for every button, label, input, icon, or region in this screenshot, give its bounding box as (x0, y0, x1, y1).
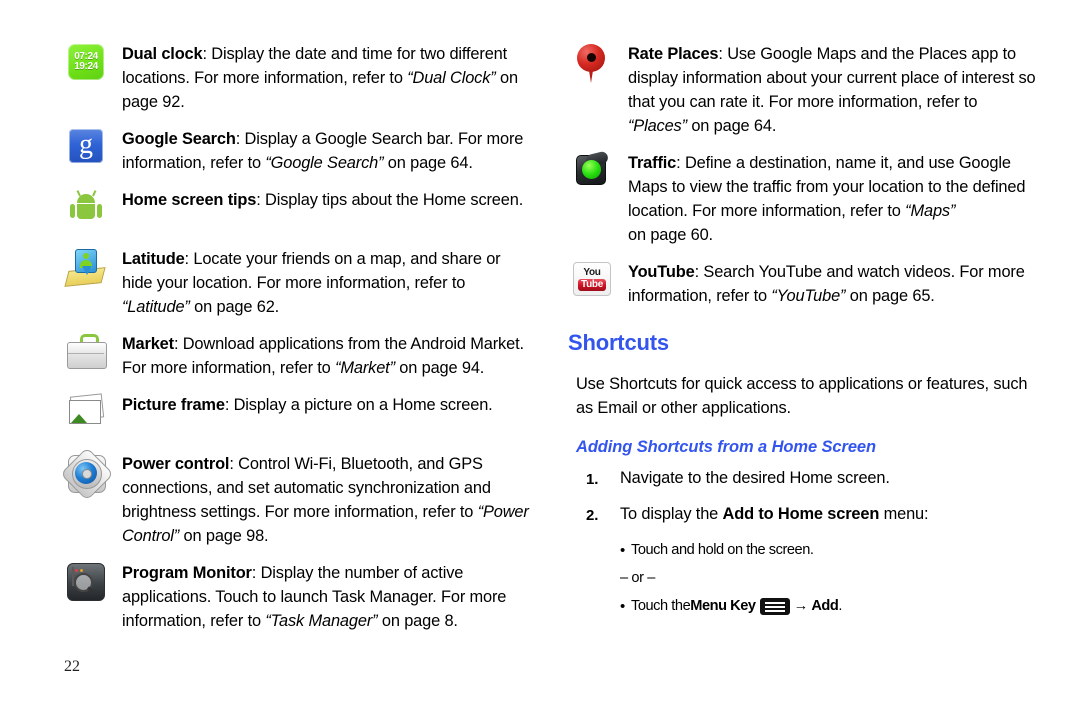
entry-reference: “Market” (335, 359, 395, 377)
entry-term: Power control (122, 455, 230, 473)
or-separator: – or – (620, 570, 655, 586)
entry-term: Google Search (122, 130, 236, 148)
step-item: 1. Navigate to the desired Home screen. (586, 467, 1038, 491)
step-text: Navigate to the desired Home screen. (620, 469, 890, 487)
power-control-gear-icon (60, 447, 114, 501)
entry-term: Home screen tips (122, 191, 257, 209)
list-item: Market: Download applications from the A… (62, 332, 532, 380)
entry-body-2: on page 94. (394, 359, 485, 377)
add-menu-label: Add (811, 598, 839, 614)
menu-key-icon (759, 597, 790, 615)
entry-continuation: on page 60. (628, 226, 713, 244)
market-briefcase-icon (62, 332, 110, 378)
list-item: You Tube YouTube: Search YouTube and wat… (568, 260, 1038, 308)
bullet-dot-icon: • (620, 541, 625, 559)
document-page: 07:24 19:24 Dual clock: Display the date… (0, 0, 1080, 720)
map-pin-icon (568, 42, 616, 88)
entry-body-2: on page 64. (686, 117, 777, 135)
entry-reference: “Maps” (905, 202, 956, 220)
menu-key-label: Menu Key (690, 598, 756, 614)
dual-clock-icon: 07:24 19:24 (62, 42, 110, 88)
entry-term: Dual clock (122, 45, 203, 63)
left-column: 07:24 19:24 Dual clock: Display the date… (60, 42, 532, 646)
youtube-icon: You Tube (568, 260, 616, 306)
entry-body-2: on page 65. (845, 287, 935, 305)
sub-bullet-text-before: Touch the (631, 598, 691, 614)
entry-term: Traffic (628, 154, 677, 172)
entry-reference: “Google Search” (265, 154, 384, 172)
list-item: g Google Search: Display a Google Search… (62, 127, 532, 175)
entry-term: Market (122, 335, 174, 353)
arrow-right-icon: → (793, 598, 809, 614)
dual-clock-time-bottom: 19:24 (74, 61, 98, 72)
entry-term: YouTube (628, 263, 695, 281)
entry-term: Picture frame (122, 396, 225, 414)
entry-body-1: : Display a picture on a Home screen. (224, 396, 493, 414)
step-text-bold: Add to Home screen (722, 505, 880, 523)
entry-text: Market: Download applications from the A… (110, 332, 532, 380)
bullet-dot-icon: • (620, 597, 625, 615)
page-number: 22 (64, 658, 80, 675)
entry-text: Home screen tips: Display tips about the… (110, 188, 532, 212)
sub-bullet-text: Touch and hold on the screen. (631, 542, 814, 558)
entry-text: Picture frame: Display a picture on a Ho… (110, 393, 532, 417)
right-column: Rate Places: Use Google Maps and the Pla… (568, 42, 1038, 626)
section-heading-shortcuts: Shortcuts (568, 330, 669, 355)
entry-body-2: on page 64. (383, 154, 473, 172)
entry-reference: “Latitude” (122, 298, 190, 316)
sub-bullet-text-after: . (838, 598, 842, 614)
entry-term: Rate Places (628, 45, 719, 63)
list-item: Picture frame: Display a picture on a Ho… (62, 393, 532, 439)
list-item: Home screen tips: Display tips about the… (62, 188, 532, 234)
step-item: 2. To display the Add to Home screen men… (586, 503, 1038, 527)
traffic-light-icon (568, 150, 616, 197)
step-text: To display the Add to Home screen menu: (620, 503, 1038, 527)
entry-reference: “Places” (628, 117, 687, 135)
entry-term: Program Monitor (122, 564, 252, 582)
program-monitor-icon (62, 561, 110, 607)
section-intro-paragraph: Use Shortcuts for quick access to applic… (576, 375, 1028, 417)
list-item: Rate Places: Use Google Maps and the Pla… (568, 42, 1038, 138)
google-search-icon: g (62, 127, 110, 173)
list-item: Program Monitor: Display the number of a… (62, 561, 532, 633)
picture-frame-icon (62, 393, 110, 439)
step-text-after: menu: (879, 505, 929, 523)
entry-text: Program Monitor: Display the number of a… (110, 561, 532, 633)
step-number: 2. (586, 507, 599, 524)
google-g-glyph: g (79, 129, 93, 160)
entry-term: Latitude (122, 250, 185, 268)
entry-body-2: on page 8. (377, 612, 458, 630)
entry-reference: “Task Manager” (265, 612, 378, 630)
entry-body-1: : Define a destination, name it, and use… (628, 154, 1026, 220)
entry-text: Google Search: Display a Google Search b… (110, 127, 532, 175)
list-item: Latitude: Locate your friends on a map, … (62, 247, 532, 319)
entry-body-1: : Display tips about the Home screen. (256, 191, 524, 209)
entry-text: YouTube: Search YouTube and watch videos… (616, 260, 1038, 308)
entry-text: Rate Places: Use Google Maps and the Pla… (616, 42, 1038, 138)
list-item: Traffic: Define a destination, name it, … (568, 150, 1038, 223)
step-text-before: To display the (620, 505, 723, 523)
subsection-heading-adding-shortcuts: Adding Shortcuts from a Home Screen (576, 438, 876, 456)
entry-text: Latitude: Locate your friends on a map, … (110, 247, 532, 319)
entry-body-2: on page 62. (189, 298, 280, 316)
entry-reference: “Dual Clock” (407, 69, 496, 87)
sub-bullet-item-menu: • Touch the Menu Key → Add. (620, 595, 1038, 617)
entry-body-2: on page 98. (179, 527, 269, 545)
latitude-icon (62, 247, 110, 293)
list-item: Power control: Control Wi-Fi, Bluetooth,… (60, 447, 532, 548)
android-robot-icon (62, 188, 110, 234)
step-number: 1. (586, 471, 599, 488)
sub-bullet-item: • Touch and hold on the screen. (620, 539, 1038, 561)
entry-text: Dual clock: Display the date and time fo… (110, 42, 532, 114)
entry-reference: “YouTube” (771, 287, 846, 305)
entry-text: Power control: Control Wi-Fi, Bluetooth,… (110, 452, 532, 548)
entry-text: Traffic: Define a destination, name it, … (616, 151, 1038, 223)
list-item: 07:24 19:24 Dual clock: Display the date… (62, 42, 532, 114)
